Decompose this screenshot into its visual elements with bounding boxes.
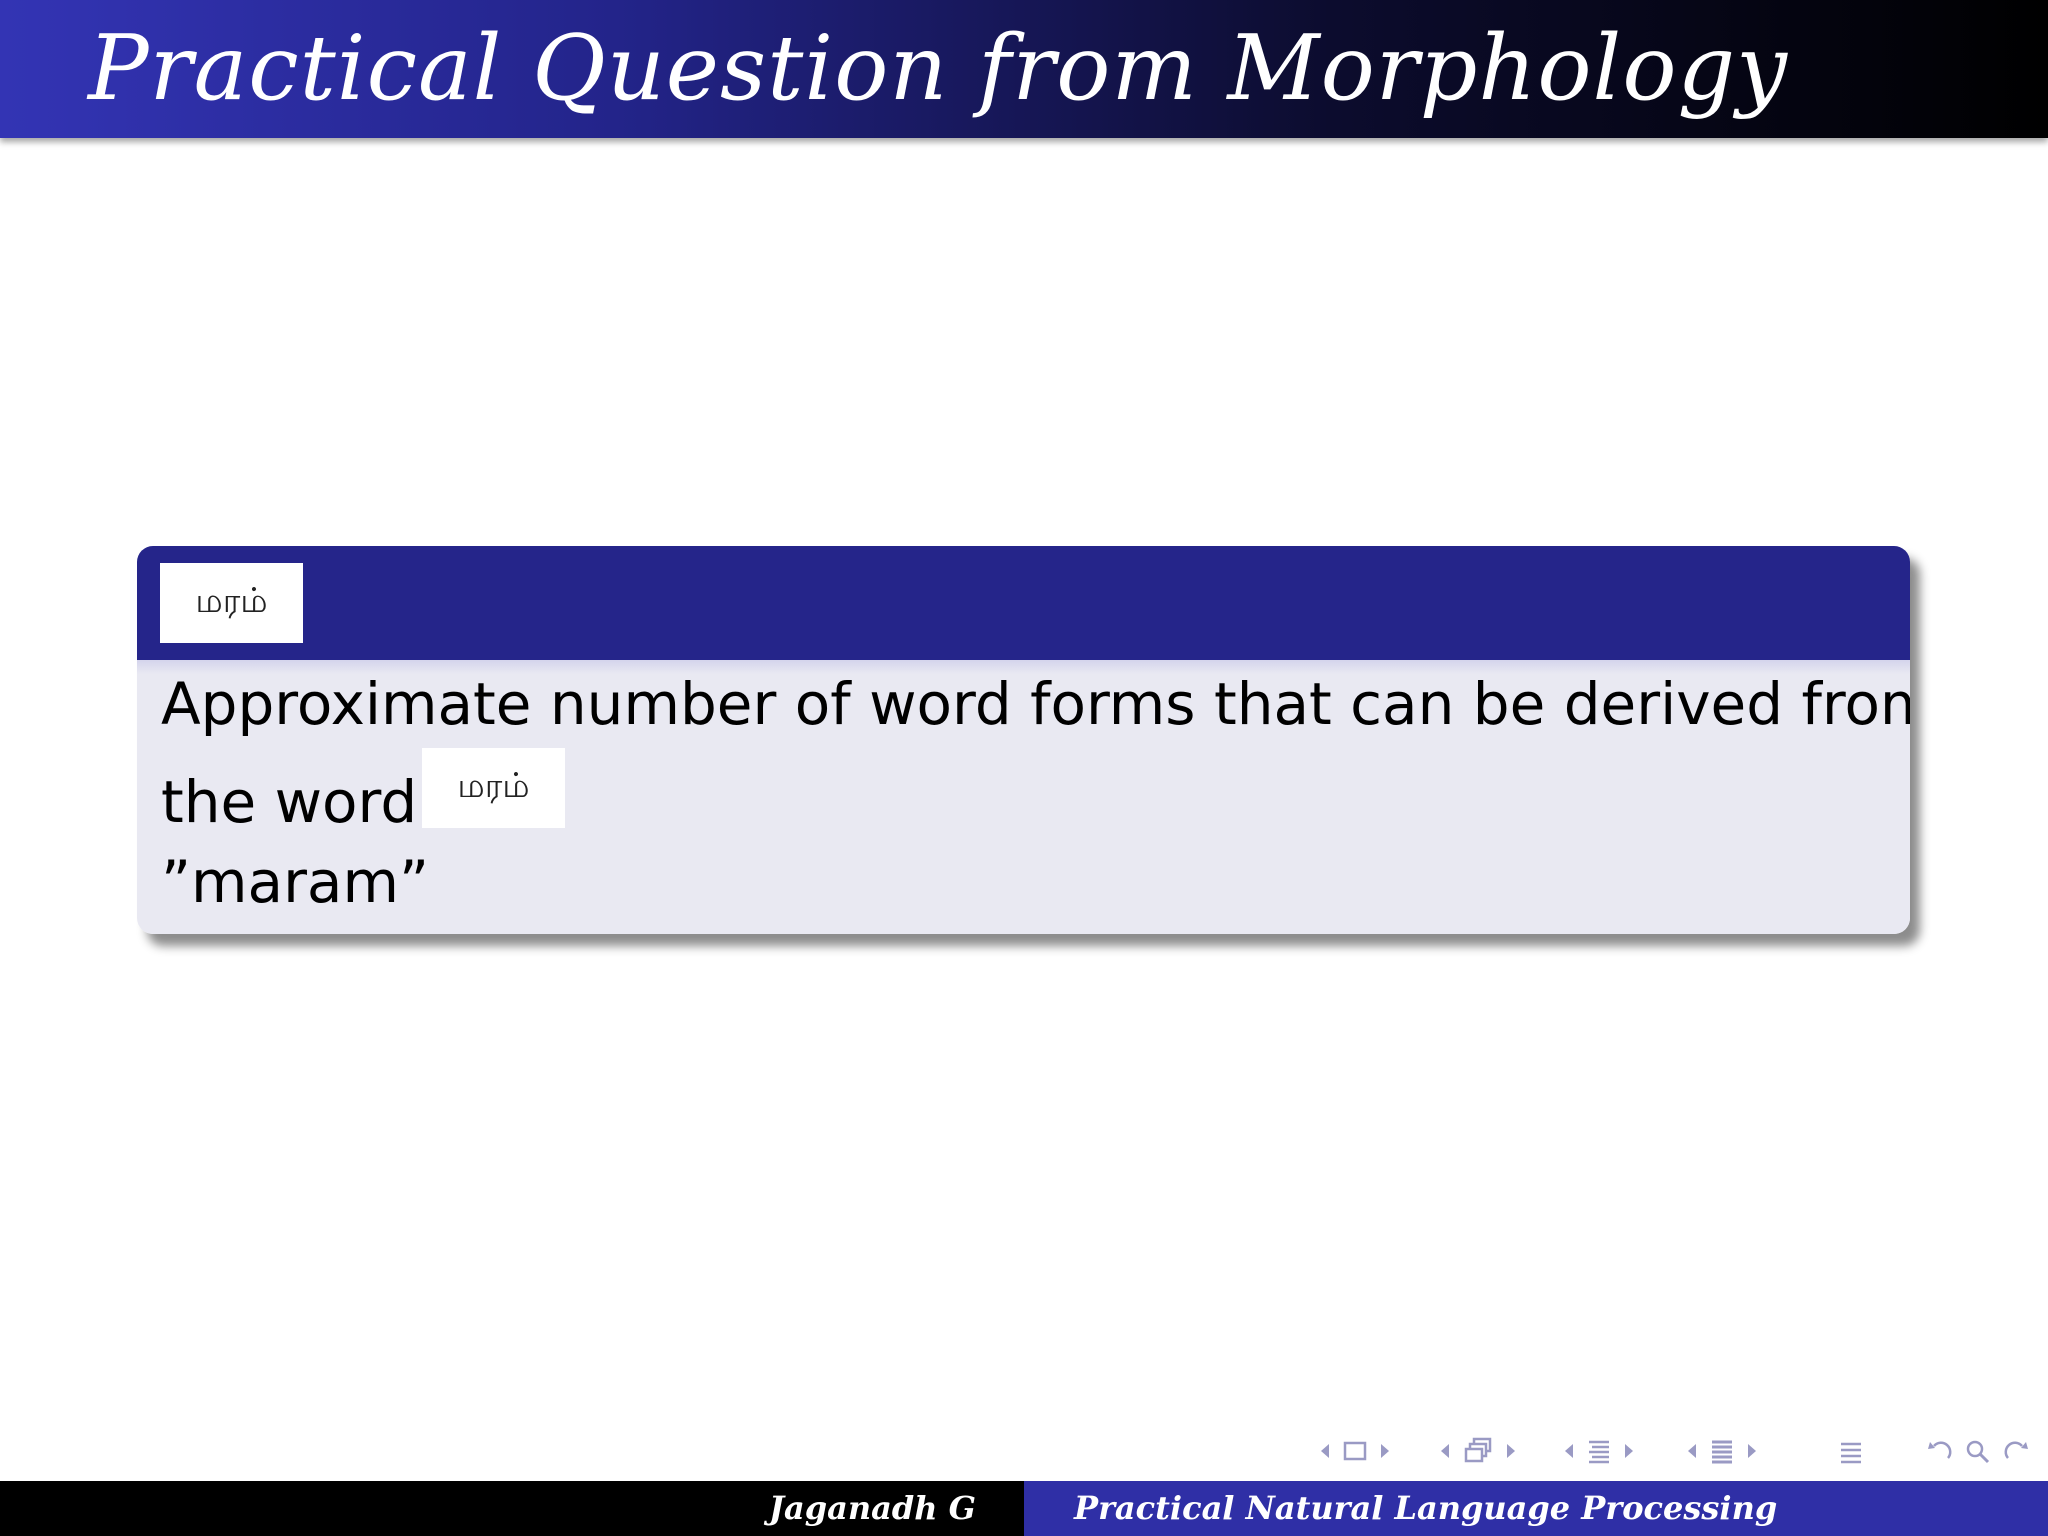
forward-icon[interactable] — [2002, 1438, 2030, 1464]
footer-title-panel: Practical Natural Language Processing — [1024, 1481, 2048, 1536]
nav-prev-icon[interactable] — [1438, 1441, 1452, 1461]
nav-frame-group — [1318, 1433, 1392, 1469]
title-bar: Practical Question from Morphology — [0, 0, 2048, 138]
block-text-line-1: Approximate number of word forms that ca… — [161, 670, 1910, 738]
nav-prev-icon[interactable] — [1685, 1441, 1699, 1461]
inline-word-image: மரம் — [422, 748, 565, 828]
footer: Jaganadh G Practical Natural Language Pr… — [0, 1481, 2048, 1536]
footer-presentation-title: Practical Natural Language Processing — [1074, 1489, 1778, 1527]
section-icon[interactable] — [1586, 1438, 1612, 1464]
nav-next-icon[interactable] — [1622, 1441, 1636, 1461]
frame-icon[interactable] — [1342, 1440, 1368, 1462]
block-header: மரம் — [137, 546, 1910, 660]
nav-next-icon[interactable] — [1504, 1441, 1518, 1461]
toc-icon[interactable] — [1838, 1438, 1864, 1464]
nav-prev-icon[interactable] — [1318, 1441, 1332, 1461]
content-block: மரம் Approximate number of word forms th… — [137, 546, 1910, 934]
nav-section-group — [1562, 1433, 1636, 1469]
nav-slide-group — [1685, 1433, 1759, 1469]
block-header-word-image: மரம் — [160, 563, 303, 643]
nav-next-icon[interactable] — [1745, 1441, 1759, 1461]
footer-author-panel: Jaganadh G — [0, 1481, 1024, 1536]
nav-prev-icon[interactable] — [1562, 1441, 1576, 1461]
footer-author: Jaganadh G — [768, 1489, 976, 1527]
back-icon[interactable] — [1926, 1438, 1954, 1464]
search-icon[interactable] — [1964, 1438, 1992, 1464]
nav-subsection-group — [1438, 1433, 1518, 1469]
block-text-line-3: ”maram” — [161, 848, 430, 916]
slide-title: Practical Question from Morphology — [88, 16, 1788, 121]
block-text-line-2: the word — [161, 768, 418, 836]
subsection-icon[interactable] — [1462, 1437, 1494, 1465]
nav-toc-group — [1838, 1433, 1864, 1469]
nav-search-group — [1926, 1433, 2030, 1469]
nav-next-icon[interactable] — [1378, 1441, 1392, 1461]
slide-list-icon[interactable] — [1709, 1438, 1735, 1464]
block-body: Approximate number of word forms that ca… — [137, 660, 1910, 934]
